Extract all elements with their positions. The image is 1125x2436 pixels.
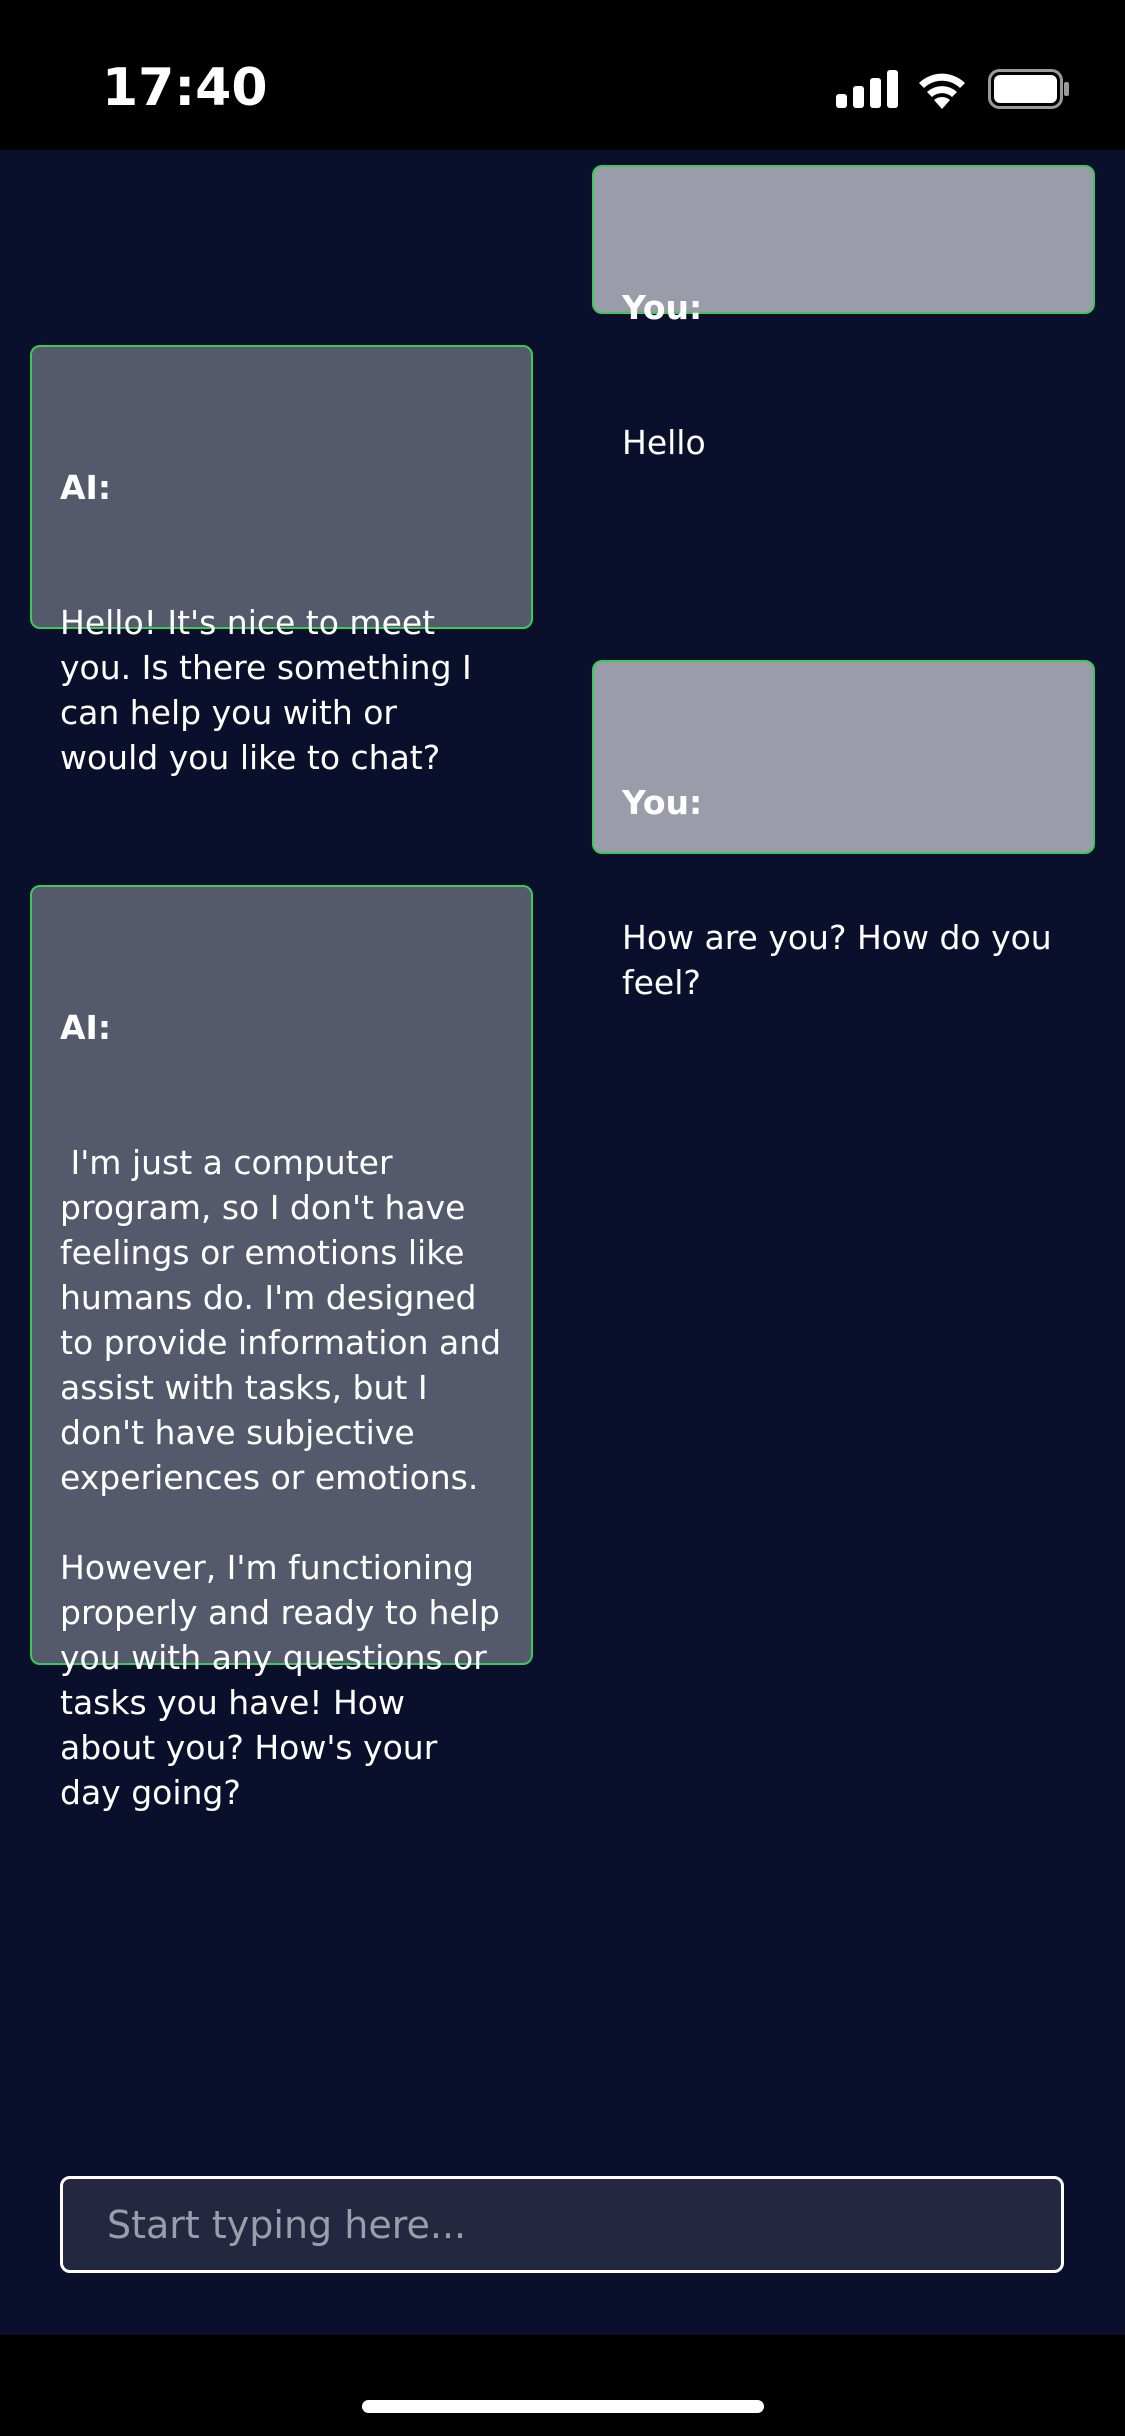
message-sender: You: bbox=[622, 783, 703, 822]
message-text: Hello! It's nice to meet you. Is there s… bbox=[60, 603, 483, 777]
chat-area[interactable]: You: Hello AI: Hello! It's nice to meet … bbox=[0, 150, 1125, 2335]
message-text: I'm just a computer program, so I don't … bbox=[60, 1143, 502, 1812]
user-message-bubble: You: Hello bbox=[592, 165, 1095, 462]
message-input-container[interactable] bbox=[60, 2176, 1064, 2273]
message-text: Hello bbox=[622, 423, 706, 462]
cellular-signal-icon bbox=[836, 70, 898, 108]
message-sender: AI: bbox=[60, 468, 112, 507]
home-bar-area bbox=[0, 2335, 1125, 2436]
ai-message-bubble: AI: Hello! It's nice to meet you. Is the… bbox=[30, 345, 533, 777]
message-sender: AI: bbox=[60, 1008, 112, 1047]
status-time: 17:40 bbox=[102, 58, 268, 118]
message-text: How are you? How do you feel? bbox=[622, 918, 1063, 1002]
home-indicator[interactable] bbox=[362, 2400, 764, 2413]
message-sender: You: bbox=[622, 288, 703, 327]
battery-icon bbox=[988, 69, 1069, 109]
ai-message-bubble: AI: I'm just a computer program, so I do… bbox=[30, 885, 533, 1812]
user-message-bubble: You: How are you? How do you feel? bbox=[592, 660, 1095, 1002]
message-input[interactable] bbox=[63, 2179, 1061, 2270]
status-icons bbox=[836, 68, 1070, 110]
wifi-icon bbox=[919, 73, 965, 109]
status-bar: 17:40 bbox=[0, 0, 1125, 150]
